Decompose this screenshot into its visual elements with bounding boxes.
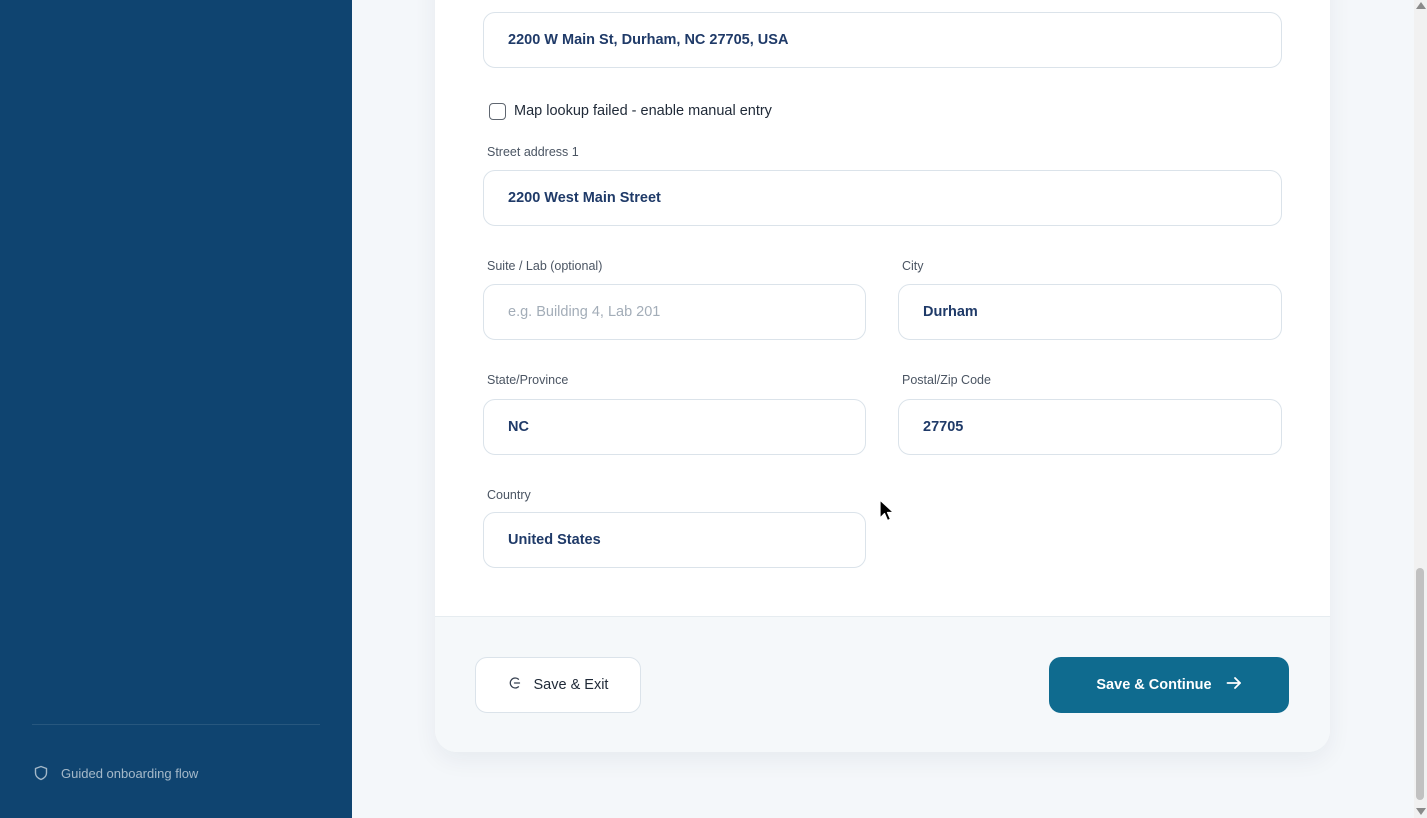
sidebar-footer: Guided onboarding flow bbox=[33, 763, 198, 783]
country-value: United States bbox=[508, 532, 601, 548]
address-lookup-value: 2200 W Main St, Durham, NC 27705, USA bbox=[508, 32, 789, 48]
country-input[interactable]: United States bbox=[483, 512, 866, 568]
sidebar-footer-text: Guided onboarding flow bbox=[61, 765, 199, 781]
manual-entry-label: Map lookup failed - enable manual entry bbox=[514, 103, 772, 119]
address-lookup-input[interactable]: 2200 W Main St, Durham, NC 27705, USA bbox=[483, 12, 1282, 68]
state-value: NC bbox=[508, 419, 529, 435]
postal-label: Postal/Zip Code bbox=[902, 373, 991, 387]
scroll-down-icon[interactable] bbox=[1416, 808, 1426, 815]
street-address-1-value: 2200 West Main Street bbox=[508, 190, 661, 206]
postal-value: 27705 bbox=[923, 419, 964, 435]
mouse-cursor-icon bbox=[879, 499, 895, 528]
state-input[interactable]: NC bbox=[483, 399, 866, 455]
save-exit-button[interactable]: Save & Exit bbox=[475, 657, 641, 713]
arrow-right-icon bbox=[1226, 676, 1242, 694]
street-address-1-input[interactable]: 2200 West Main Street bbox=[483, 170, 1282, 226]
manual-entry-checkbox-row[interactable]: Map lookup failed - enable manual entry bbox=[489, 101, 772, 121]
state-label: State/Province bbox=[487, 373, 569, 387]
scrollbar-thumb[interactable] bbox=[1416, 568, 1424, 800]
manual-entry-checkbox[interactable] bbox=[489, 102, 506, 120]
scroll-up-icon[interactable] bbox=[1416, 2, 1426, 9]
suite-input[interactable]: e.g. Building 4, Lab 201 bbox=[483, 284, 866, 340]
country-label: Country bbox=[487, 488, 531, 502]
save-continue-label: Save & Continue bbox=[1096, 677, 1212, 693]
street-address-1-label: Street address 1 bbox=[487, 145, 579, 159]
city-label: City bbox=[902, 259, 924, 273]
city-input[interactable]: Durham bbox=[898, 284, 1282, 340]
suite-label: Suite / Lab (optional) bbox=[487, 259, 603, 273]
sidebar-divider bbox=[32, 724, 320, 725]
exit-icon bbox=[508, 676, 522, 694]
shield-icon bbox=[33, 765, 49, 781]
suite-placeholder: e.g. Building 4, Lab 201 bbox=[508, 304, 661, 320]
save-exit-label: Save & Exit bbox=[533, 677, 609, 693]
sidebar: Guided onboarding flow bbox=[0, 0, 352, 818]
save-continue-button[interactable]: Save & Continue bbox=[1049, 657, 1289, 713]
postal-input[interactable]: 27705 bbox=[898, 399, 1282, 455]
city-value: Durham bbox=[923, 304, 978, 320]
